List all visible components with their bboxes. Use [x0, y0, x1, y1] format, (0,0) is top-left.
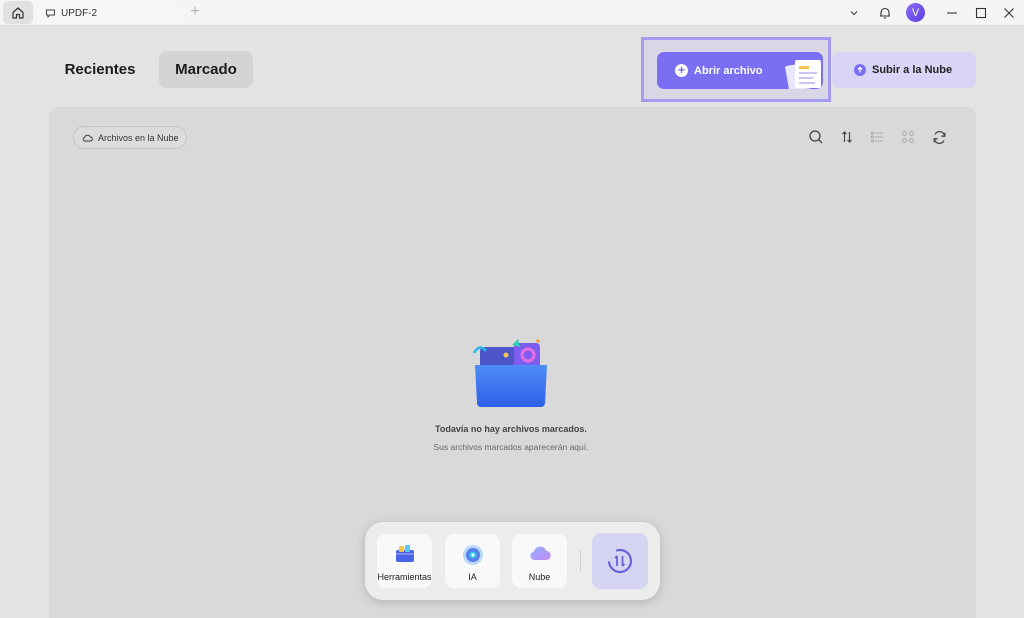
home-button[interactable]: [3, 1, 33, 24]
tab-recientes[interactable]: Recientes: [52, 51, 148, 88]
empty-state: Todavía no hay archivos marcados. Sus ar…: [379, 337, 643, 452]
bell-icon[interactable]: [876, 4, 894, 22]
list-view-icon[interactable]: [867, 127, 887, 147]
cloud-files-label: Archivos en la Nube: [98, 132, 179, 143]
avatar[interactable]: V: [906, 3, 925, 22]
upload-icon: [854, 64, 866, 76]
dock-item-nube[interactable]: Nube: [512, 534, 567, 588]
refresh-icon[interactable]: [929, 127, 949, 147]
toolbox-icon: [395, 545, 414, 562]
chevron-down-icon[interactable]: [845, 4, 863, 22]
dock-label-nube: Nube: [528, 572, 551, 582]
comment-icon: [45, 7, 57, 19]
sync-button[interactable]: [592, 533, 648, 589]
search-icon[interactable]: [806, 127, 826, 147]
dock-item-herramientas[interactable]: Herramientas: [377, 534, 432, 588]
upload-cloud-button[interactable]: Subir a la Nube: [832, 52, 976, 88]
home-icon: [12, 6, 24, 19]
empty-folder-illustration: [472, 339, 547, 407]
maximize-icon[interactable]: [972, 4, 990, 22]
document-tab[interactable]: UPDF-2: [37, 1, 177, 25]
empty-title: Todavía no hay archivos marcados.: [435, 424, 587, 434]
dock-label-herramientas: Herramientas: [377, 572, 432, 582]
dock-label-ia: IA: [468, 572, 477, 582]
plus-circle-icon: +: [675, 64, 688, 77]
grid-view-icon[interactable]: [898, 127, 918, 147]
open-file-label: Abrir archivo: [694, 64, 763, 77]
dock-divider: [580, 550, 581, 572]
minimize-icon[interactable]: [943, 4, 961, 22]
documents-illustration: [785, 60, 821, 89]
title-bar: UPDF-2 + V: [0, 0, 1024, 26]
cloud-files-chip[interactable]: Archivos en la Nube: [73, 126, 187, 149]
tab-marcado[interactable]: Marcado: [159, 51, 253, 88]
cloud-icon: [529, 546, 551, 561]
sync-icon: [607, 548, 633, 574]
sort-icon[interactable]: [837, 127, 857, 147]
close-icon[interactable]: [1000, 4, 1018, 22]
ai-icon: [462, 545, 483, 565]
bottom-dock: Herramientas IA Nube: [365, 522, 660, 600]
tab-title: UPDF-2: [61, 7, 98, 19]
upload-cloud-label: Subir a la Nube: [872, 64, 953, 76]
empty-subtitle: Sus archivos marcados aparecerán aquí.: [433, 442, 589, 452]
new-tab-button[interactable]: +: [186, 3, 204, 21]
dock-item-ia[interactable]: IA: [445, 534, 500, 588]
open-file-button[interactable]: + Abrir archivo: [657, 52, 823, 89]
cloud-icon: [82, 133, 93, 142]
